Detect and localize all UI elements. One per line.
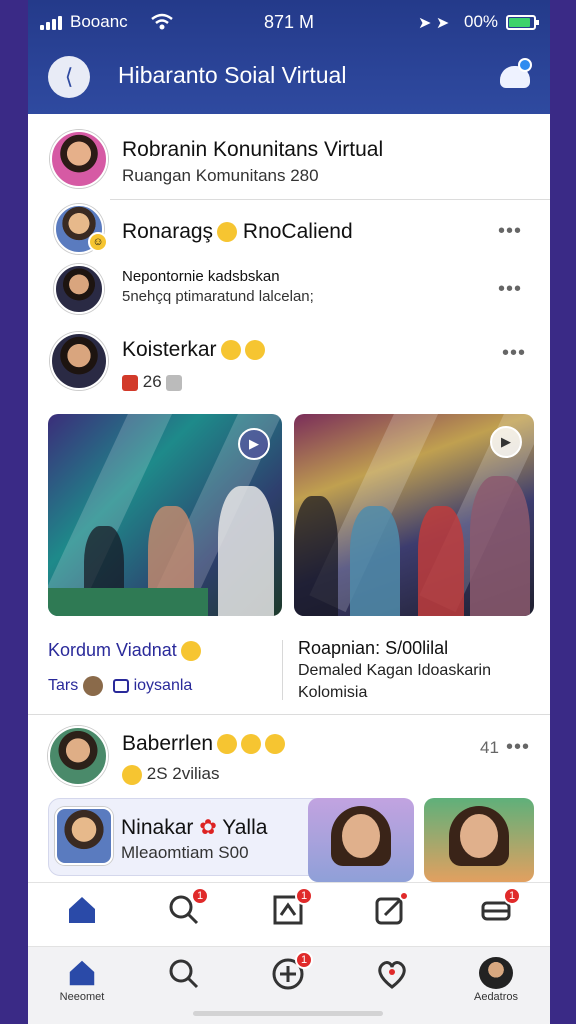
- item-meta: 2S 2vilias: [122, 764, 220, 785]
- more-button[interactable]: •••: [498, 220, 522, 243]
- badge: 1: [295, 951, 313, 969]
- more-button[interactable]: •••: [498, 278, 522, 301]
- post-line-right: Kolomisia: [298, 684, 368, 701]
- divider: [282, 640, 283, 700]
- nav-search[interactable]: [154, 947, 214, 1003]
- avatar: [50, 130, 108, 188]
- emoji-icon: [220, 340, 241, 361]
- emoji-icon: [217, 222, 238, 243]
- emoji-icon: [122, 764, 142, 785]
- heart-icon: [378, 961, 406, 989]
- emoji-icon: [217, 734, 238, 755]
- play-icon[interactable]: ▶: [490, 426, 522, 458]
- list-item[interactable]: Nepontornie kadsbskan 5nehçq ptimaratund…: [28, 260, 550, 322]
- item-name: Nepontornie kadsbskan: [122, 268, 280, 285]
- gift-icon: [122, 374, 138, 391]
- list-item[interactable]: Koisterkar 26 •••: [28, 324, 550, 404]
- signal-icon: [40, 16, 62, 30]
- phone-screen: Booanc 871 M ➤ ➤ 00% ⟨ Hibaranto Soial V…: [28, 0, 550, 1024]
- post-title-right[interactable]: Roapnian: S/00lilal: [298, 638, 448, 659]
- emoji-icon: [180, 641, 201, 662]
- nav-add[interactable]: 1: [258, 947, 318, 1003]
- home-indicator: [193, 1011, 383, 1016]
- status-bar: Booanc 871 M ➤ ➤ 00%: [28, 0, 550, 46]
- emoji-badge: ☺: [88, 232, 108, 252]
- nav-home[interactable]: [52, 883, 112, 939]
- community-name: Robranin Konunitans Virtual: [122, 138, 384, 161]
- badge: [399, 891, 409, 901]
- emoji-icon: [244, 340, 265, 361]
- list-item[interactable]: ☺ Ronaragş RnoCaliend •••: [28, 200, 550, 260]
- avatar: [54, 264, 104, 314]
- tab-bar-top: 1 1 1: [28, 882, 550, 946]
- community-header[interactable]: Robranin Konunitans Virtual Ruangan Komu…: [28, 114, 550, 200]
- party-photo-left[interactable]: ▶: [48, 414, 282, 616]
- card-subtitle: Mleaomtiam S00: [121, 843, 249, 862]
- community-subtitle: Ruangan Komunitans 280: [122, 166, 319, 185]
- emoji-icon: [265, 734, 286, 755]
- back-icon: ⟨: [64, 64, 74, 89]
- wifi-icon: [151, 13, 173, 30]
- badge: 1: [503, 887, 521, 905]
- top-bar: Booanc 871 M ➤ ➤ 00% ⟨ Hibaranto Soial V…: [28, 0, 550, 114]
- page-title: Hibaranto Soial Virtual: [118, 62, 347, 88]
- emoji-icon: [241, 734, 262, 755]
- back-button[interactable]: ⟨: [48, 56, 90, 98]
- item-name: Baberrlen: [122, 732, 286, 756]
- nav-home[interactable]: Neeomet: [52, 947, 112, 1003]
- item-number: 41: [480, 738, 499, 757]
- carrier-name: Booanc: [70, 12, 128, 31]
- search-icon: [169, 959, 199, 989]
- party-photo-right[interactable]: ▶: [294, 414, 534, 616]
- nav-post[interactable]: 1: [258, 883, 318, 939]
- avatar: [55, 807, 113, 865]
- divider: [28, 714, 550, 715]
- nav-label: Aedatros: [473, 991, 519, 1003]
- item-meta: 26: [122, 372, 183, 392]
- avatar: [48, 726, 108, 786]
- profile-icon: [479, 957, 513, 989]
- badge: 1: [295, 887, 313, 905]
- notification-dot: [518, 58, 532, 72]
- avatar: [82, 676, 103, 696]
- play-icon[interactable]: ▶: [238, 428, 270, 460]
- nav-search[interactable]: 1: [154, 883, 214, 939]
- list-item[interactable]: Baberrlen 2S 2vilias 41 •••: [28, 720, 550, 790]
- battery-percent: 00%: [464, 12, 499, 31]
- card-name: Ninakar ✿ Yalla: [121, 816, 268, 839]
- badge: 1: [191, 887, 209, 905]
- nav-edit[interactable]: [360, 883, 420, 939]
- home-icon: [69, 960, 95, 986]
- post-line-right: Demaled Kagan Idoaskarin: [298, 662, 492, 679]
- more-button[interactable]: •••: [502, 342, 526, 365]
- photo-thumbnail[interactable]: [424, 798, 534, 882]
- battery-icon: [506, 15, 539, 30]
- clock: 871 M: [264, 12, 315, 32]
- item-status: 5nehçq ptimaratund lalcelan;: [122, 288, 314, 305]
- notifications-button[interactable]: [498, 58, 534, 94]
- location-icon: ➤ ➤: [418, 15, 450, 32]
- more-button[interactable]: •••: [506, 736, 530, 759]
- item-name: Koisterkar: [122, 338, 265, 362]
- table: [48, 588, 208, 616]
- flower-icon: ✿: [199, 816, 217, 839]
- post-meta-left: Tars ioysanla: [48, 676, 193, 696]
- avatar: [50, 332, 108, 390]
- photo-thumbnail[interactable]: [308, 798, 414, 882]
- cup-icon: [166, 374, 183, 391]
- bag-icon: [113, 679, 130, 693]
- home-icon: [69, 897, 95, 923]
- tab-bar-bottom: Neeomet 1 Aedatros: [28, 946, 550, 1024]
- nav-chat[interactable]: 1: [466, 883, 526, 939]
- item-name: Ronaragş RnoCaliend: [122, 220, 353, 243]
- nav-profile[interactable]: Aedatros: [466, 947, 526, 1003]
- nav-label: Neeomet: [59, 991, 105, 1003]
- post-title-left[interactable]: Kordum Viadnat: [48, 640, 201, 662]
- nav-likes[interactable]: [362, 947, 422, 1003]
